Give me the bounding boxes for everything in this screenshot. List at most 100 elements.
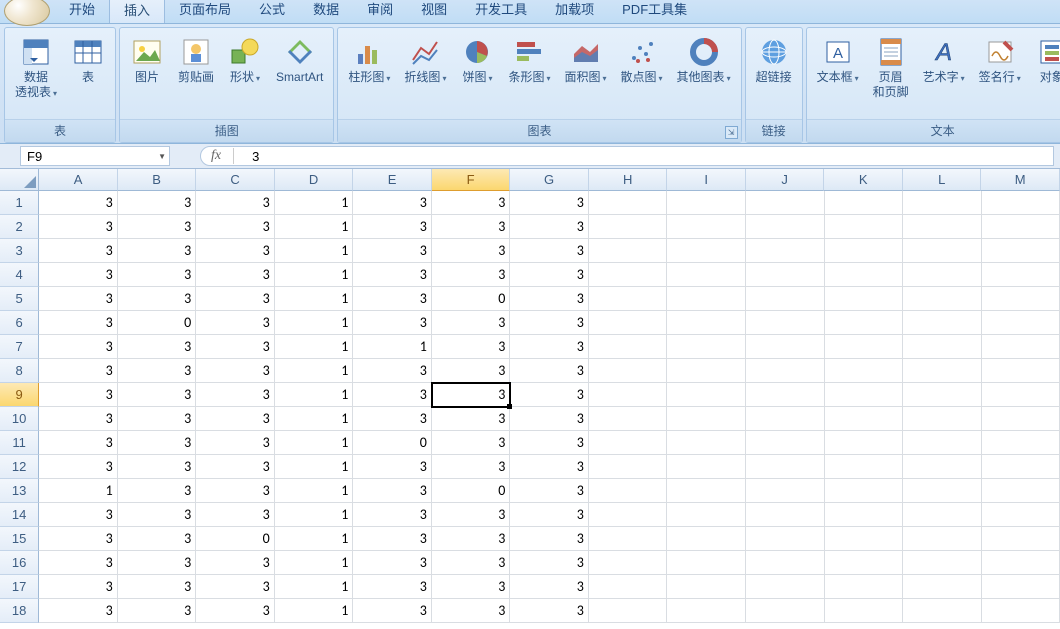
cell-M5[interactable]: [982, 287, 1060, 311]
cell-L6[interactable]: [903, 311, 982, 335]
cell-L2[interactable]: [903, 215, 982, 239]
column-header-K[interactable]: K: [824, 169, 903, 191]
cell-D10[interactable]: 1: [275, 407, 354, 431]
column-header-G[interactable]: G: [510, 169, 589, 191]
cell-J7[interactable]: [746, 335, 825, 359]
cell-H17[interactable]: [589, 575, 668, 599]
cell-E17[interactable]: 3: [353, 575, 432, 599]
cell-I15[interactable]: [667, 527, 746, 551]
cell-M14[interactable]: [982, 503, 1060, 527]
header-footer-button[interactable]: 页眉和页脚: [869, 34, 913, 102]
line-chart-button[interactable]: 折线图▾: [400, 34, 450, 87]
row-header-1[interactable]: 1: [0, 191, 39, 215]
row-header-13[interactable]: 13: [0, 479, 39, 503]
cell-L1[interactable]: [903, 191, 982, 215]
tab-5[interactable]: 审阅: [353, 0, 407, 23]
cell-E8[interactable]: 3: [353, 359, 432, 383]
cell-F3[interactable]: 3: [432, 239, 511, 263]
column-header-C[interactable]: C: [196, 169, 275, 191]
cell-C3[interactable]: 3: [196, 239, 275, 263]
other-chart-button[interactable]: 其他图表▾: [673, 34, 735, 87]
column-chart-button[interactable]: 柱形图▾: [344, 34, 394, 87]
cell-K18[interactable]: [825, 599, 904, 623]
cell-D12[interactable]: 1: [275, 455, 354, 479]
office-button[interactable]: [4, 0, 50, 26]
tab-8[interactable]: 加载项: [541, 0, 608, 23]
cell-F14[interactable]: 3: [432, 503, 511, 527]
cell-F17[interactable]: 3: [432, 575, 511, 599]
cell-I9[interactable]: [667, 383, 746, 407]
cell-G13[interactable]: 3: [510, 479, 589, 503]
cell-C7[interactable]: 3: [196, 335, 275, 359]
cell-F10[interactable]: 3: [432, 407, 511, 431]
column-header-B[interactable]: B: [118, 169, 197, 191]
cell-C9[interactable]: 3: [196, 383, 275, 407]
cell-A17[interactable]: 3: [39, 575, 118, 599]
cell-H14[interactable]: [589, 503, 668, 527]
cell-L10[interactable]: [903, 407, 982, 431]
cell-B15[interactable]: 3: [118, 527, 197, 551]
cell-A13[interactable]: 1: [39, 479, 118, 503]
name-box[interactable]: F9 ▼: [20, 146, 170, 166]
cell-I2[interactable]: [667, 215, 746, 239]
row-header-7[interactable]: 7: [0, 335, 39, 359]
row-header-15[interactable]: 15: [0, 527, 39, 551]
cell-F5[interactable]: 0: [432, 287, 511, 311]
row-header-10[interactable]: 10: [0, 407, 39, 431]
cell-A12[interactable]: 3: [39, 455, 118, 479]
cell-C17[interactable]: 3: [196, 575, 275, 599]
cell-L18[interactable]: [903, 599, 982, 623]
cell-B8[interactable]: 3: [118, 359, 197, 383]
cell-D3[interactable]: 1: [275, 239, 354, 263]
cell-G4[interactable]: 3: [510, 263, 589, 287]
cell-J9[interactable]: [746, 383, 825, 407]
cell-B13[interactable]: 3: [118, 479, 197, 503]
tab-9[interactable]: PDF工具集: [608, 0, 701, 23]
cell-K3[interactable]: [825, 239, 904, 263]
cell-G16[interactable]: 3: [510, 551, 589, 575]
cell-I18[interactable]: [667, 599, 746, 623]
cell-M18[interactable]: [982, 599, 1060, 623]
cell-C4[interactable]: 3: [196, 263, 275, 287]
cell-A11[interactable]: 3: [39, 431, 118, 455]
fx-icon[interactable]: fx: [211, 148, 234, 164]
cell-C10[interactable]: 3: [196, 407, 275, 431]
cell-E13[interactable]: 3: [353, 479, 432, 503]
tab-3[interactable]: 公式: [245, 0, 299, 23]
cell-H15[interactable]: [589, 527, 668, 551]
column-header-A[interactable]: A: [39, 169, 118, 191]
cell-I14[interactable]: [667, 503, 746, 527]
row-header-17[interactable]: 17: [0, 575, 39, 599]
tab-6[interactable]: 视图: [407, 0, 461, 23]
row-header-6[interactable]: 6: [0, 311, 39, 335]
cell-M4[interactable]: [982, 263, 1060, 287]
cell-I10[interactable]: [667, 407, 746, 431]
cell-F4[interactable]: 3: [432, 263, 511, 287]
cell-G7[interactable]: 3: [510, 335, 589, 359]
cell-L9[interactable]: [903, 383, 982, 407]
cell-H3[interactable]: [589, 239, 668, 263]
cell-J13[interactable]: [746, 479, 825, 503]
cell-F7[interactable]: 3: [432, 335, 511, 359]
cell-A7[interactable]: 3: [39, 335, 118, 359]
cell-J2[interactable]: [746, 215, 825, 239]
cell-D1[interactable]: 1: [275, 191, 354, 215]
cell-A16[interactable]: 3: [39, 551, 118, 575]
cell-K4[interactable]: [825, 263, 904, 287]
cell-C13[interactable]: 3: [196, 479, 275, 503]
cell-I4[interactable]: [667, 263, 746, 287]
cell-K13[interactable]: [825, 479, 904, 503]
tab-4[interactable]: 数据: [299, 0, 353, 23]
cell-E15[interactable]: 3: [353, 527, 432, 551]
cell-G14[interactable]: 3: [510, 503, 589, 527]
column-header-H[interactable]: H: [589, 169, 668, 191]
cell-C18[interactable]: 3: [196, 599, 275, 623]
cell-B16[interactable]: 3: [118, 551, 197, 575]
cell-M1[interactable]: [982, 191, 1060, 215]
cell-F8[interactable]: 3: [432, 359, 511, 383]
cell-M6[interactable]: [982, 311, 1060, 335]
cell-I11[interactable]: [667, 431, 746, 455]
cell-F15[interactable]: 3: [432, 527, 511, 551]
cell-C1[interactable]: 3: [196, 191, 275, 215]
cell-E6[interactable]: 3: [353, 311, 432, 335]
